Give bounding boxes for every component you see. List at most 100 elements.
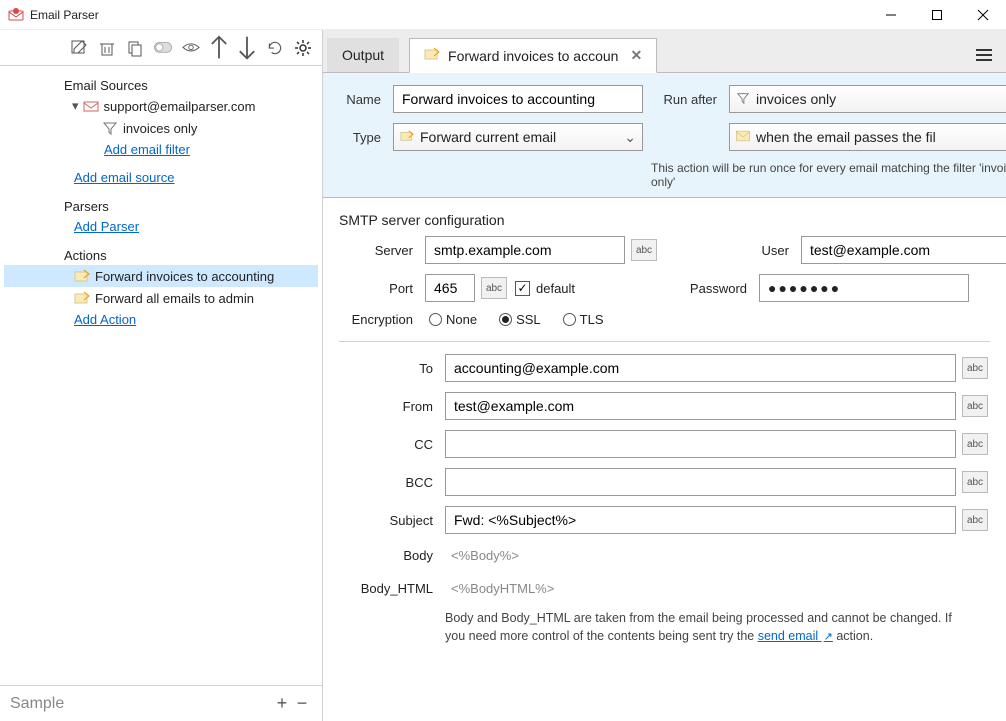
sidebar-tree: Email Sources ▾ support@emailparser.com … <box>0 66 322 685</box>
tab-bar: Output Forward invoices to accoun ✕ <box>323 30 1006 72</box>
from-input[interactable] <box>445 392 956 420</box>
body-html-value: <%BodyHTML%> <box>445 577 990 600</box>
abc-button[interactable]: abc <box>962 471 988 493</box>
runafter-combo[interactable]: invoices only ⌄ <box>729 85 1006 113</box>
external-link-icon: ↗ <box>824 631 833 643</box>
add-parser-link[interactable]: Add Parser <box>74 219 139 234</box>
body-label: Body <box>339 548 439 563</box>
gear-icon[interactable] <box>294 39 312 57</box>
sample-add-button[interactable]: + <box>272 693 292 714</box>
cc-input[interactable] <box>445 430 956 458</box>
body-note: Body and Body_HTML are taken from the em… <box>445 610 975 645</box>
bcc-label: BCC <box>339 475 439 490</box>
sidebar-toolbar <box>0 30 322 66</box>
smtp-title: SMTP server configuration <box>339 212 990 228</box>
combo-value: invoices only <box>756 91 836 107</box>
forward-icon <box>400 129 414 146</box>
abc-button[interactable]: abc <box>962 509 988 531</box>
type-label: Type <box>335 130 385 145</box>
tree-action-forward-invoices[interactable]: Forward invoices to accounting <box>4 265 318 287</box>
abc-button[interactable]: abc <box>962 357 988 379</box>
body-value: <%Body%> <box>445 544 990 567</box>
user-label: User <box>665 243 795 258</box>
when-combo[interactable]: when the email passes the fil ⌄ <box>729 123 1006 151</box>
filter-icon <box>102 120 118 136</box>
combo-value: Forward current email <box>420 129 556 145</box>
name-input[interactable] <box>393 85 643 113</box>
app-title: Email Parser <box>30 8 99 22</box>
close-button[interactable] <box>960 0 1006 30</box>
down-arrow-icon[interactable] <box>238 39 256 57</box>
to-label: To <box>339 361 439 376</box>
tree-label: support@emailparser.com <box>104 99 256 114</box>
send-email-link[interactable]: send email ↗ <box>758 629 833 643</box>
bcc-input[interactable] <box>445 468 956 496</box>
combo-value: when the email passes the fil <box>756 129 936 145</box>
from-label: From <box>339 399 439 414</box>
abc-button[interactable]: abc <box>962 433 988 455</box>
abc-button[interactable]: abc <box>962 395 988 417</box>
user-input[interactable] <box>801 236 1006 264</box>
password-label: Password <box>671 281 753 296</box>
tab-output[interactable]: Output <box>327 38 399 72</box>
add-email-filter-link[interactable]: Add email filter <box>104 142 190 157</box>
chevron-down-icon: ⌄ <box>624 129 636 146</box>
abc-button[interactable]: abc <box>481 277 507 299</box>
refresh-icon[interactable] <box>266 39 284 57</box>
type-combo[interactable]: Forward current email ⌄ <box>393 123 643 151</box>
password-input[interactable]: ●●●●●●● <box>759 274 969 302</box>
toggle-icon[interactable] <box>154 39 172 57</box>
section-parsers: Parsers <box>4 195 318 216</box>
forward-icon <box>74 290 90 306</box>
minimize-button[interactable] <box>868 0 914 30</box>
forward-icon <box>74 268 90 284</box>
port-input[interactable] <box>425 274 475 302</box>
default-label: default <box>536 281 575 296</box>
encryption-label: Encryption <box>339 312 419 327</box>
abc-button[interactable]: abc <box>631 239 657 261</box>
enc-none-radio[interactable]: None <box>429 312 477 327</box>
subject-input[interactable] <box>445 506 956 534</box>
edit-icon[interactable] <box>70 39 88 57</box>
eye-icon[interactable] <box>182 39 200 57</box>
tree-action-forward-all[interactable]: Forward all emails to admin <box>4 287 318 309</box>
email-fields: To abc From abc CC abc BCC abc Subject <box>323 342 1006 655</box>
tree-label: invoices only <box>123 121 197 136</box>
copy-icon[interactable] <box>126 39 144 57</box>
enc-tls-radio[interactable]: TLS <box>563 312 604 327</box>
tree-label: Forward all emails to admin <box>95 291 254 306</box>
add-email-source-link[interactable]: Add email source <box>74 170 174 185</box>
to-input[interactable] <box>445 354 956 382</box>
enc-ssl-radio[interactable]: SSL <box>499 312 541 327</box>
server-label: Server <box>339 243 419 258</box>
mail-account-icon <box>83 98 99 114</box>
hamburger-icon[interactable] <box>968 41 1000 72</box>
port-label: Port <box>339 281 419 296</box>
tab-close-icon[interactable]: ✕ <box>630 47 642 64</box>
action-header-panel: Name Run after invoices only ⌄ Type Forw… <box>323 72 1006 198</box>
up-arrow-icon[interactable] <box>210 39 228 57</box>
tab-label: Forward invoices to accoun <box>448 48 618 64</box>
tree-label: Forward invoices to accounting <box>95 269 274 284</box>
sample-bar: Sample + − <box>0 685 322 721</box>
titlebar: Email Parser <box>0 0 1006 30</box>
tree-email-account[interactable]: ▾ support@emailparser.com <box>4 95 318 117</box>
delete-icon[interactable] <box>98 39 116 57</box>
section-actions: Actions <box>4 244 318 265</box>
sidebar: Email Sources ▾ support@emailparser.com … <box>0 30 323 721</box>
maximize-button[interactable] <box>914 0 960 30</box>
default-checkbox[interactable]: ✓ default <box>515 281 665 296</box>
checkbox-icon: ✓ <box>515 281 530 296</box>
name-label: Name <box>335 92 385 107</box>
sample-label: Sample <box>10 695 64 713</box>
forward-icon <box>424 47 440 64</box>
add-action-link[interactable]: Add Action <box>74 312 136 327</box>
server-input[interactable] <box>425 236 625 264</box>
sample-remove-button[interactable]: − <box>292 693 312 714</box>
subject-label: Subject <box>339 513 439 528</box>
tree-filter[interactable]: invoices only <box>4 117 318 139</box>
runafter-label: Run after <box>651 92 721 107</box>
filter-icon <box>736 91 750 108</box>
header-note: This action will be run once for every e… <box>651 161 1006 189</box>
tab-forward-invoices[interactable]: Forward invoices to accoun ✕ <box>409 38 657 73</box>
